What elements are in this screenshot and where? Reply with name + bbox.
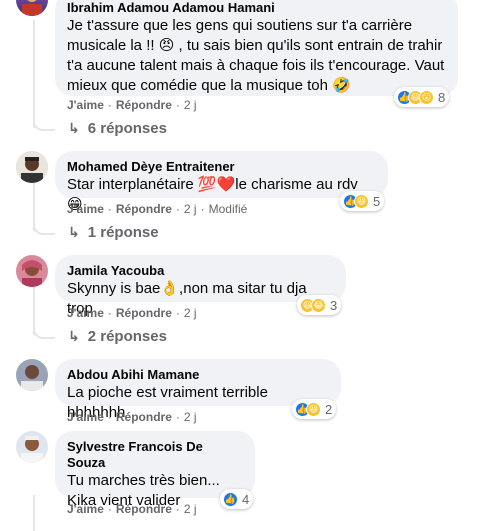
replies-count[interactable]: 1 réponse bbox=[88, 224, 159, 241]
comment-text-line: Je t'assure que les gens qui soutiens su… bbox=[67, 17, 413, 34]
thread-line bbox=[33, 20, 35, 128]
reply-connector bbox=[33, 117, 55, 131]
comment-bubble: Mohamed Dèye Entraitener Star interplané… bbox=[55, 151, 388, 213]
comment-time[interactable]: 2 j bbox=[184, 502, 197, 516]
reaction-summary[interactable]: 👍 4 bbox=[220, 489, 254, 509]
haha-reaction-icon: 😂 bbox=[311, 297, 326, 313]
comment-author[interactable]: Abdou Abihi Mamane bbox=[67, 367, 329, 383]
replies-count[interactable]: 6 réponses bbox=[88, 120, 167, 137]
reaction-count: 8 bbox=[438, 89, 446, 105]
reply-button[interactable]: Répondre bbox=[116, 202, 172, 216]
reply-button[interactable]: Répondre bbox=[116, 306, 172, 320]
comment-actions: J'aime · Répondre · 2 j · Modifié bbox=[67, 202, 248, 216]
comment-time[interactable]: 2 j bbox=[184, 410, 197, 424]
comment-bubble: Ibrahim Adamou Adamou Hamani Je t'assure… bbox=[55, 0, 458, 96]
haha-reaction-icon: 😆 bbox=[306, 401, 321, 417]
like-button[interactable]: J'aime bbox=[67, 98, 104, 112]
reply-arrow-icon: ↳ bbox=[68, 224, 80, 240]
reaction-count: 3 bbox=[330, 297, 338, 313]
comment-text-line: mieux que comédie que la musique toh 🤣 bbox=[67, 77, 351, 94]
comment-time[interactable]: 2 j bbox=[184, 202, 197, 216]
view-replies-link[interactable]: ↳ 2 réponses bbox=[68, 328, 167, 345]
reply-connector bbox=[33, 325, 55, 339]
comment-text-line: t'a aucune talent mais à chaque fois ils… bbox=[67, 57, 445, 74]
comment-actions: J'aime · Répondre · 2 j bbox=[67, 502, 197, 516]
like-button[interactable]: J'aime bbox=[67, 306, 104, 320]
comment-author[interactable]: Mohamed Dèye Entraitener bbox=[67, 159, 376, 175]
reply-button[interactable]: Répondre bbox=[116, 98, 172, 112]
avatar[interactable] bbox=[16, 359, 48, 391]
like-button[interactable]: J'aime bbox=[67, 202, 104, 216]
haha-reaction-icon: 😆 bbox=[354, 193, 369, 209]
reaction-summary[interactable]: 😆 😂 3 bbox=[297, 295, 342, 315]
reply-button[interactable]: Répondre bbox=[116, 502, 172, 516]
reaction-summary[interactable]: 👍 😆 😮 8 bbox=[394, 87, 450, 107]
reply-arrow-icon: ↳ bbox=[68, 328, 80, 344]
comment-bubble: Sylvestre Francois De Souza Tu marches t… bbox=[55, 431, 255, 509]
reaction-summary[interactable]: 👍 😆 5 bbox=[340, 191, 385, 211]
view-replies-link[interactable]: ↳ 6 réponses bbox=[68, 120, 167, 137]
edited-label[interactable]: Modifié bbox=[209, 202, 248, 216]
avatar[interactable] bbox=[16, 0, 48, 16]
thread-line bbox=[33, 495, 35, 531]
comment-actions: J'aime · Répondre · 2 j bbox=[67, 98, 197, 112]
reaction-count: 5 bbox=[373, 193, 381, 209]
comment-author[interactable]: Jamila Yacouba bbox=[67, 263, 334, 279]
comment-time[interactable]: 2 j bbox=[184, 98, 197, 112]
reply-button[interactable]: Répondre bbox=[116, 410, 172, 424]
reaction-summary[interactable]: 👍 😆 2 bbox=[292, 399, 337, 419]
avatar[interactable] bbox=[16, 151, 48, 183]
replies-count[interactable]: 2 réponses bbox=[88, 328, 167, 345]
avatar[interactable] bbox=[16, 431, 48, 463]
comment-actions: J'aime · Répondre · 2 j bbox=[67, 410, 197, 424]
comment-author[interactable]: Sylvestre Francois De Souza bbox=[67, 439, 243, 471]
comment-author[interactable]: Ibrahim Adamou Adamou Hamani bbox=[67, 0, 446, 16]
like-button[interactable]: J'aime bbox=[67, 502, 104, 516]
comment-actions: J'aime · Répondre · 2 j bbox=[67, 306, 197, 320]
reaction-count: 4 bbox=[242, 491, 250, 507]
reply-connector bbox=[33, 221, 55, 235]
comment-text-line: musicale la !! 😠 , tu sais bien qu'ils s… bbox=[67, 37, 443, 54]
comment-text-line: Tu marches très bien... bbox=[67, 472, 220, 489]
wow-reaction-icon: 😮 bbox=[419, 89, 434, 105]
reply-arrow-icon: ↳ bbox=[68, 120, 80, 136]
like-button[interactable]: J'aime bbox=[67, 410, 104, 424]
reaction-count: 2 bbox=[325, 401, 333, 417]
avatar[interactable] bbox=[16, 255, 48, 287]
like-reaction-icon: 👍 bbox=[223, 491, 238, 507]
comment-time[interactable]: 2 j bbox=[184, 306, 197, 320]
view-replies-link[interactable]: ↳ 1 réponse bbox=[68, 224, 159, 241]
